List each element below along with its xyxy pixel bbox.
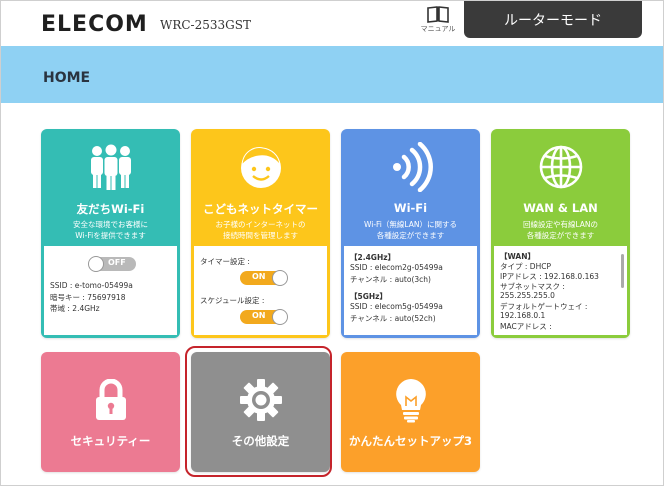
description-line: お子様のインターネットの (215, 220, 306, 229)
timer-setting-label: タイマー設定 : (200, 257, 250, 266)
book-icon (427, 6, 449, 23)
router-mode-button[interactable]: ルーターモード (464, 1, 642, 38)
timer-toggle[interactable]: ON (240, 270, 288, 286)
tile-wan-lan[interactable]: WAN & LAN 回線設定や有線LANの 各種設定ができます 【WAN】 タイ… (491, 129, 630, 338)
tile-details: OFF SSID : e-tomo-05499a 暗号キー : 75697918… (44, 246, 177, 335)
tile-header: かんたんセットアップ3 (341, 352, 480, 469)
router-admin-page: ELECOM WRC-2533GST マニュアル ルーターモード HOME 友だ… (0, 0, 664, 486)
schedule-toggle[interactable]: ON (240, 309, 288, 325)
tile-header: WAN & LAN 回線設定や有線LANの 各種設定ができます (491, 129, 630, 246)
tile-security[interactable]: セキュリティー (41, 352, 180, 472)
tile-details: 【2.4GHz】 SSID : elecom2g-05499a チャンネル : … (344, 246, 477, 335)
description-line: Wi-Fiを提供できます (75, 231, 146, 240)
tile-title: WAN & LAN (523, 201, 598, 215)
toggle-knob (272, 270, 288, 286)
channel-text: チャンネル : auto(52ch) (350, 314, 436, 323)
mac-label: MACアドレス : (500, 322, 552, 331)
tile-header: セキュリティー (41, 352, 180, 469)
tile-description: 安全な環境でお客様に Wi-Fiを提供できます (47, 219, 174, 241)
toggle-knob (88, 256, 104, 272)
child-face-icon (191, 143, 330, 191)
page-title: HOME (43, 70, 91, 86)
manual-label: マニュアル (420, 25, 456, 33)
details-scrollbar[interactable] (621, 254, 624, 288)
top-bar: ELECOM WRC-2533GST マニュアル ルーターモード (1, 1, 663, 46)
toggle-label: ON (252, 272, 266, 281)
description-line: 回線設定や有線LANの (522, 220, 599, 229)
friends-wifi-toggle[interactable]: OFF (88, 256, 136, 272)
band-heading: 【5GHz】 (350, 292, 388, 301)
tile-title: Wi-Fi (393, 201, 428, 215)
gateway-value: 192.168.0.1 (500, 311, 546, 320)
channel-text: チャンネル : auto(3ch) (350, 275, 431, 284)
tile-kids-net-timer[interactable]: こどもネットタイマー お子様のインターネットの 接続時間を管理します タイマー設… (191, 129, 330, 338)
ssid-text: SSID : e-tomo-05499a (50, 281, 133, 290)
tile-title: セキュリティー (70, 434, 151, 448)
globe-icon (491, 143, 630, 191)
tile-title: かんたんセットアップ3 (348, 434, 472, 448)
subnet-value: 255.255.255.0 (500, 291, 555, 300)
brand-logo: ELECOM (41, 12, 148, 37)
toggle-knob (272, 309, 288, 325)
description-line: 各種設定ができます (376, 231, 445, 240)
people-group-icon (41, 143, 180, 191)
tile-friends-wifi[interactable]: 友だちWi-Fi 安全な環境でお客様に Wi-Fiを提供できます OFF SSI… (41, 129, 180, 338)
tile-wifi[interactable]: Wi-Fi Wi-Fi（無線LAN）に関する 各種設定ができます 【2.4GHz… (341, 129, 480, 338)
toggle-label: ON (252, 311, 266, 320)
selection-highlight (185, 346, 332, 477)
key-text: 暗号キー : 75697918 (50, 293, 126, 302)
tile-description: お子様のインターネットの 接続時間を管理します (197, 219, 324, 241)
schedule-setting-label: スケジュール設定 : (200, 296, 265, 305)
manual-button[interactable]: マニュアル (418, 6, 458, 42)
tile-details: 【WAN】 タイプ : DHCP IPアドレス : 192.168.0.163 … (494, 246, 627, 335)
description-line: 接続時間を管理します (223, 231, 298, 240)
tile-header: 友だちWi-Fi 安全な環境でお客様に Wi-Fiを提供できます (41, 129, 180, 246)
tile-easy-setup[interactable]: かんたんセットアップ3 (341, 352, 480, 472)
lightbulb-icon (341, 376, 480, 424)
band-text: 帯域 : 2.4GHz (50, 304, 100, 313)
tile-header: Wi-Fi Wi-Fi（無線LAN）に関する 各種設定ができます (341, 129, 480, 246)
ssid-text: SSID : elecom2g-05499a (350, 263, 443, 272)
page-header-bar: HOME (1, 46, 663, 103)
wifi-signal-icon (341, 142, 480, 192)
tile-title: こどもネットタイマー (203, 202, 318, 216)
tile-description: Wi-Fi（無線LAN）に関する 各種設定ができます (347, 219, 474, 241)
toggle-label: OFF (108, 258, 126, 267)
tile-header: こどもネットタイマー お子様のインターネットの 接続時間を管理します (191, 129, 330, 246)
model-name: WRC-2533GST (160, 18, 251, 32)
tile-description: 回線設定や有線LANの 各種設定ができます (497, 219, 624, 241)
description-line: 安全な環境でお客様に (73, 220, 148, 229)
tile-title: 友だちWi-Fi (76, 202, 145, 216)
band-heading: 【2.4GHz】 (350, 253, 396, 262)
tile-details: タイマー設定 : ON スケジュール設定 : ON (194, 246, 327, 335)
lock-icon (41, 376, 180, 424)
description-line: Wi-Fi（無線LAN）に関する (364, 220, 457, 229)
ssid-text: SSID : elecom5g-05499a (350, 302, 443, 311)
description-line: 各種設定ができます (526, 231, 595, 240)
